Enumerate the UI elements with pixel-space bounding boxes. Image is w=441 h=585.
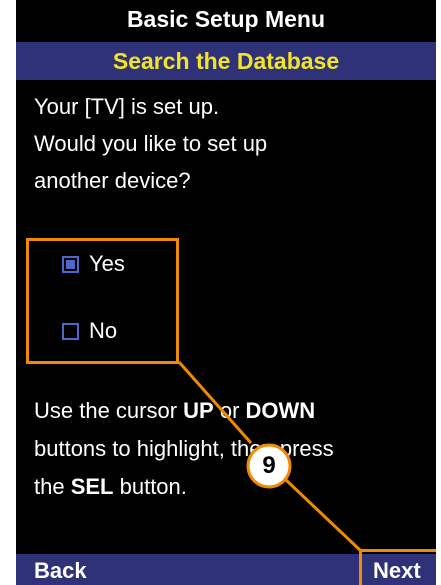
instruction-line: the SEL button. — [34, 474, 187, 499]
instruction-line: Use the cursor UP or DOWN — [34, 398, 316, 423]
options-callout-box — [26, 238, 179, 364]
message-line: Your [TV] is set up. — [34, 94, 220, 119]
callout-line-lower — [284, 478, 363, 553]
callout-number: 9 — [262, 452, 276, 479]
menu-title: Basic Setup Menu — [126, 6, 326, 32]
message-line: Would you like to set up — [34, 131, 268, 156]
next-callout-box — [359, 549, 436, 585]
screen-subtitle: Search the Database — [112, 48, 340, 74]
message-line: another device? — [34, 168, 191, 193]
back-softkey[interactable]: Back — [34, 554, 87, 585]
device-screen: Basic Setup Menu Search the Database You… — [16, 0, 436, 585]
